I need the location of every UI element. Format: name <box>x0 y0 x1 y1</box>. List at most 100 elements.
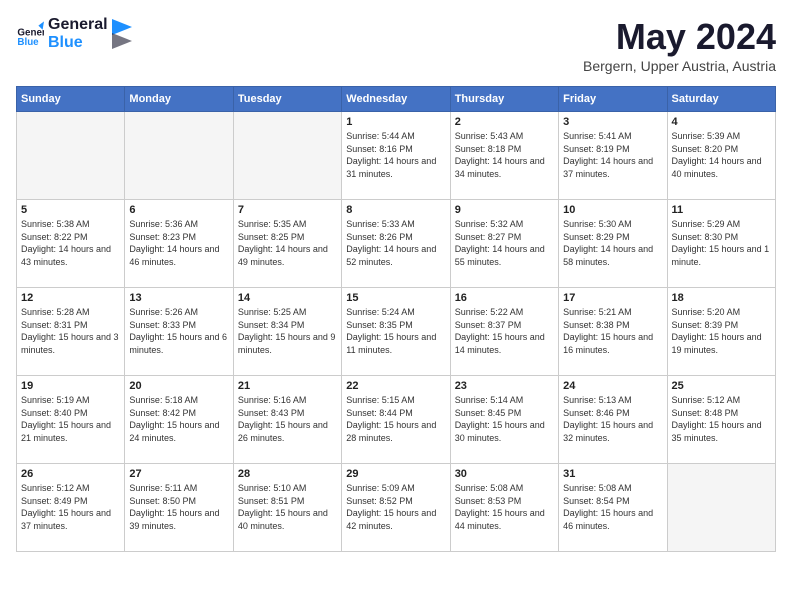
cell-info: Sunrise: 5:33 AM Sunset: 8:26 PM Dayligh… <box>346 218 445 268</box>
title-area: May 2024 Bergern, Upper Austria, Austria <box>583 16 776 74</box>
svg-text:Blue: Blue <box>17 37 39 48</box>
day-number: 19 <box>21 380 120 392</box>
day-number: 13 <box>129 292 228 304</box>
calendar-cell: 19 Sunrise: 5:19 AM Sunset: 8:40 PM Dayli… <box>17 376 125 464</box>
cell-info: Sunrise: 5:39 AM Sunset: 8:20 PM Dayligh… <box>672 130 771 180</box>
calendar-cell: 26Sunrise: 5:12 AM Sunset: 8:49 PM Dayli… <box>17 464 125 552</box>
day-number: 6 <box>129 204 228 216</box>
calendar-cell: 14 Sunrise: 5:25 AM Sunset: 8:34 PM Dayli… <box>233 288 341 376</box>
calendar-cell: 18 Sunrise: 5:20 AM Sunset: 8:39 PM Dayli… <box>667 288 775 376</box>
weekday-header-monday: Monday <box>125 87 233 112</box>
weekday-header-row: SundayMondayTuesdayWednesdayThursdayFrid… <box>17 87 776 112</box>
weekday-header-thursday: Thursday <box>450 87 558 112</box>
cell-info: Sunrise: 5:38 AM Sunset: 8:22 PM Dayligh… <box>21 218 120 268</box>
calendar-cell: 12Sunrise: 5:28 AM Sunset: 8:31 PM Dayli… <box>17 288 125 376</box>
day-number: 1 <box>346 116 445 128</box>
cell-info: Sunrise: 5:12 AM Sunset: 8:48 PM Dayligh… <box>672 394 771 444</box>
calendar-cell: 30Sunrise: 5:08 AM Sunset: 8:53 PM Dayli… <box>450 464 558 552</box>
calendar-cell: 29 Sunrise: 5:09 AM Sunset: 8:52 PM Dayli… <box>342 464 450 552</box>
day-number: 18 <box>672 292 771 304</box>
cell-info: Sunrise: 5:41 AM Sunset: 8:19 PM Dayligh… <box>563 130 662 180</box>
day-number: 27 <box>129 468 228 480</box>
calendar-cell: 11 Sunrise: 5:29 AM Sunset: 8:30 PM Dayli… <box>667 200 775 288</box>
day-number: 30 <box>455 468 554 480</box>
day-number: 11 <box>672 204 771 216</box>
calendar-cell <box>233 112 341 200</box>
cell-info: Sunrise: 5:36 AM Sunset: 8:23 PM Dayligh… <box>129 218 228 268</box>
day-number: 16 <box>455 292 554 304</box>
day-number: 2 <box>455 116 554 128</box>
calendar-cell: 9Sunrise: 5:32 AM Sunset: 8:27 PM Daylig… <box>450 200 558 288</box>
calendar-cell: 7Sunrise: 5:35 AM Sunset: 8:25 PM Daylig… <box>233 200 341 288</box>
cell-info: Sunrise: 5:25 AM Sunset: 8:34 PM Dayligh… <box>238 306 337 356</box>
logo-blue: Blue <box>48 34 108 52</box>
cell-info: Sunrise: 5:28 AM Sunset: 8:31 PM Dayligh… <box>21 306 120 356</box>
calendar-cell: 2Sunrise: 5:43 AM Sunset: 8:18 PM Daylig… <box>450 112 558 200</box>
cell-info: Sunrise: 5:19 AM Sunset: 8:40 PM Dayligh… <box>21 394 120 444</box>
logo-icon: General Blue <box>16 20 44 48</box>
cell-info: Sunrise: 5:21 AM Sunset: 8:38 PM Dayligh… <box>563 306 662 356</box>
calendar-table: SundayMondayTuesdayWednesdayThursdayFrid… <box>16 86 776 552</box>
day-number: 22 <box>346 380 445 392</box>
calendar-cell: 20Sunrise: 5:18 AM Sunset: 8:42 PM Dayli… <box>125 376 233 464</box>
calendar-week-4: 19 Sunrise: 5:19 AM Sunset: 8:40 PM Dayli… <box>17 376 776 464</box>
weekday-header-friday: Friday <box>559 87 667 112</box>
day-number: 5 <box>21 204 120 216</box>
day-number: 25 <box>672 380 771 392</box>
calendar-cell: 25 Sunrise: 5:12 AM Sunset: 8:48 PM Dayli… <box>667 376 775 464</box>
day-number: 24 <box>563 380 662 392</box>
calendar-week-3: 12Sunrise: 5:28 AM Sunset: 8:31 PM Dayli… <box>17 288 776 376</box>
cell-info: Sunrise: 5:11 AM Sunset: 8:50 PM Dayligh… <box>129 482 228 532</box>
cell-info: Sunrise: 5:20 AM Sunset: 8:39 PM Dayligh… <box>672 306 771 356</box>
calendar-week-2: 5 Sunrise: 5:38 AM Sunset: 8:22 PM Daylig… <box>17 200 776 288</box>
month-title: May 2024 <box>583 16 776 58</box>
cell-info: Sunrise: 5:24 AM Sunset: 8:35 PM Dayligh… <box>346 306 445 356</box>
cell-info: Sunrise: 5:22 AM Sunset: 8:37 PM Dayligh… <box>455 306 554 356</box>
day-number: 31 <box>563 468 662 480</box>
day-number: 8 <box>346 204 445 216</box>
calendar-cell: 8 Sunrise: 5:33 AM Sunset: 8:26 PM Daylig… <box>342 200 450 288</box>
cell-info: Sunrise: 5:08 AM Sunset: 8:54 PM Dayligh… <box>563 482 662 532</box>
calendar-cell: 31 Sunrise: 5:08 AM Sunset: 8:54 PM Dayli… <box>559 464 667 552</box>
cell-info: Sunrise: 5:13 AM Sunset: 8:46 PM Dayligh… <box>563 394 662 444</box>
cell-info: Sunrise: 5:35 AM Sunset: 8:25 PM Dayligh… <box>238 218 337 268</box>
page-header: General Blue General Blue May 2024 Berge… <box>16 16 776 74</box>
calendar-cell: 13 Sunrise: 5:26 AM Sunset: 8:33 PM Dayli… <box>125 288 233 376</box>
weekday-header-saturday: Saturday <box>667 87 775 112</box>
cell-info: Sunrise: 5:30 AM Sunset: 8:29 PM Dayligh… <box>563 218 662 268</box>
cell-info: Sunrise: 5:14 AM Sunset: 8:45 PM Dayligh… <box>455 394 554 444</box>
day-number: 28 <box>238 468 337 480</box>
location: Bergern, Upper Austria, Austria <box>583 58 776 74</box>
calendar-cell <box>17 112 125 200</box>
day-number: 29 <box>346 468 445 480</box>
day-number: 10 <box>563 204 662 216</box>
cell-info: Sunrise: 5:18 AM Sunset: 8:42 PM Dayligh… <box>129 394 228 444</box>
calendar-cell: 21Sunrise: 5:16 AM Sunset: 8:43 PM Dayli… <box>233 376 341 464</box>
day-number: 21 <box>238 380 337 392</box>
day-number: 17 <box>563 292 662 304</box>
calendar-cell: 10 Sunrise: 5:30 AM Sunset: 8:29 PM Dayli… <box>559 200 667 288</box>
calendar-cell: 24 Sunrise: 5:13 AM Sunset: 8:46 PM Dayli… <box>559 376 667 464</box>
logo: General Blue General Blue <box>16 16 132 51</box>
day-number: 23 <box>455 380 554 392</box>
calendar-cell: 5 Sunrise: 5:38 AM Sunset: 8:22 PM Daylig… <box>17 200 125 288</box>
day-number: 9 <box>455 204 554 216</box>
logo-arrow-icon <box>112 19 132 49</box>
calendar-cell <box>125 112 233 200</box>
day-number: 4 <box>672 116 771 128</box>
cell-info: Sunrise: 5:29 AM Sunset: 8:30 PM Dayligh… <box>672 218 771 268</box>
calendar-week-5: 26Sunrise: 5:12 AM Sunset: 8:49 PM Dayli… <box>17 464 776 552</box>
weekday-header-tuesday: Tuesday <box>233 87 341 112</box>
calendar-cell: 28Sunrise: 5:10 AM Sunset: 8:51 PM Dayli… <box>233 464 341 552</box>
cell-info: Sunrise: 5:09 AM Sunset: 8:52 PM Dayligh… <box>346 482 445 532</box>
day-number: 14 <box>238 292 337 304</box>
calendar-cell: 23 Sunrise: 5:14 AM Sunset: 8:45 PM Dayli… <box>450 376 558 464</box>
day-number: 26 <box>21 468 120 480</box>
calendar-cell: 3Sunrise: 5:41 AM Sunset: 8:19 PM Daylig… <box>559 112 667 200</box>
calendar-cell: 27 Sunrise: 5:11 AM Sunset: 8:50 PM Dayli… <box>125 464 233 552</box>
calendar-week-1: 1 Sunrise: 5:44 AM Sunset: 8:16 PM Daylig… <box>17 112 776 200</box>
cell-info: Sunrise: 5:44 AM Sunset: 8:16 PM Dayligh… <box>346 130 445 180</box>
cell-info: Sunrise: 5:26 AM Sunset: 8:33 PM Dayligh… <box>129 306 228 356</box>
calendar-cell <box>667 464 775 552</box>
weekday-header-wednesday: Wednesday <box>342 87 450 112</box>
